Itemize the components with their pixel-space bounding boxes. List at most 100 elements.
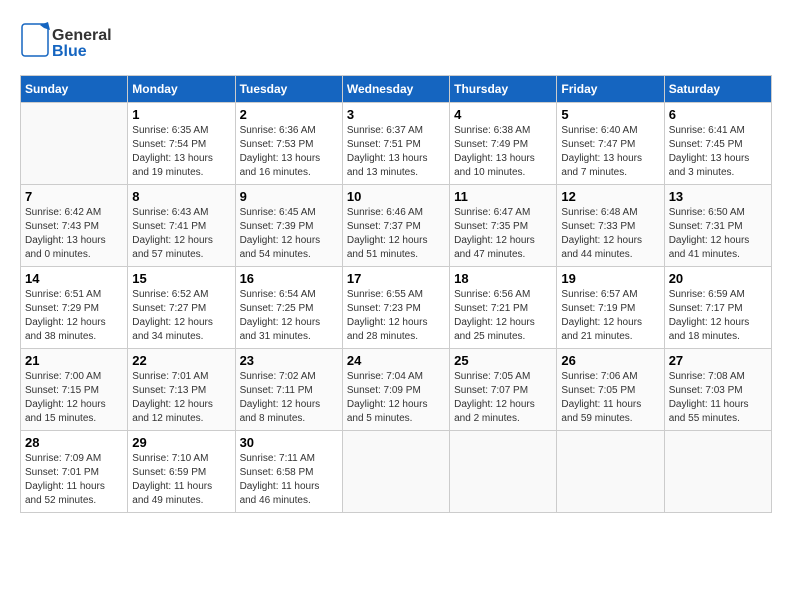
calendar-cell: 11 Sunrise: 6:47 AMSunset: 7:35 PMDayligh… <box>450 185 557 267</box>
day-info: Sunrise: 7:08 AMSunset: 7:03 PMDaylight:… <box>669 370 767 426</box>
svg-text:General: General <box>52 27 112 44</box>
calendar-cell <box>342 431 449 513</box>
calendar-cell: 1 Sunrise: 6:35 AMSunset: 7:54 PMDaylight… <box>128 103 235 185</box>
calendar-cell: 21 Sunrise: 7:00 AMSunset: 7:15 PMDayligh… <box>21 349 128 431</box>
header-day: Thursday <box>450 76 557 103</box>
day-info: Sunrise: 6:55 AMSunset: 7:23 PMDaylight:… <box>347 288 445 344</box>
day-number: 10 <box>347 189 445 204</box>
day-number: 7 <box>25 189 123 204</box>
day-info: Sunrise: 7:04 AMSunset: 7:09 PMDaylight:… <box>347 370 445 426</box>
day-number: 22 <box>132 353 230 368</box>
day-info: Sunrise: 6:45 AMSunset: 7:39 PMDaylight:… <box>240 206 338 262</box>
day-number: 2 <box>240 107 338 122</box>
day-number: 12 <box>561 189 659 204</box>
header-day: Monday <box>128 76 235 103</box>
calendar-cell <box>450 431 557 513</box>
calendar-week-row: 28Sunrise: 7:09 AMSunset: 7:01 PMDayligh… <box>21 431 772 513</box>
day-info: Sunrise: 6:41 AMSunset: 7:45 PMDaylight:… <box>669 124 767 180</box>
day-number: 8 <box>132 189 230 204</box>
day-number: 30 <box>240 435 338 450</box>
day-number: 17 <box>347 271 445 286</box>
calendar-cell: 5 Sunrise: 6:40 AMSunset: 7:47 PMDaylight… <box>557 103 664 185</box>
calendar-cell: 28Sunrise: 7:09 AMSunset: 7:01 PMDayligh… <box>21 431 128 513</box>
day-info: Sunrise: 6:36 AMSunset: 7:53 PMDaylight:… <box>240 124 338 180</box>
calendar-cell <box>21 103 128 185</box>
day-number: 20 <box>669 271 767 286</box>
calendar-header: SundayMondayTuesdayWednesdayThursdayFrid… <box>21 76 772 103</box>
day-info: Sunrise: 6:52 AMSunset: 7:27 PMDaylight:… <box>132 288 230 344</box>
day-number: 16 <box>240 271 338 286</box>
day-number: 19 <box>561 271 659 286</box>
calendar-table: SundayMondayTuesdayWednesdayThursdayFrid… <box>20 75 772 513</box>
day-number: 26 <box>561 353 659 368</box>
calendar-week-row: 1 Sunrise: 6:35 AMSunset: 7:54 PMDaylight… <box>21 103 772 185</box>
calendar-cell: 16 Sunrise: 6:54 AMSunset: 7:25 PMDayligh… <box>235 267 342 349</box>
day-info: Sunrise: 7:02 AMSunset: 7:11 PMDaylight:… <box>240 370 338 426</box>
calendar-cell: 26Sunrise: 7:06 AMSunset: 7:05 PMDayligh… <box>557 349 664 431</box>
header-day: Sunday <box>21 76 128 103</box>
header-day: Friday <box>557 76 664 103</box>
day-number: 4 <box>454 107 552 122</box>
calendar-cell: 10 Sunrise: 6:46 AMSunset: 7:37 PMDayligh… <box>342 185 449 267</box>
calendar-cell <box>557 431 664 513</box>
calendar-cell: 8 Sunrise: 6:43 AMSunset: 7:41 PMDaylight… <box>128 185 235 267</box>
day-number: 14 <box>25 271 123 286</box>
calendar-cell: 14 Sunrise: 6:51 AMSunset: 7:29 PMDayligh… <box>21 267 128 349</box>
calendar-cell: 12 Sunrise: 6:48 AMSunset: 7:33 PMDayligh… <box>557 185 664 267</box>
day-info: Sunrise: 6:46 AMSunset: 7:37 PMDaylight:… <box>347 206 445 262</box>
day-info: Sunrise: 6:56 AMSunset: 7:21 PMDaylight:… <box>454 288 552 344</box>
calendar-body: 1 Sunrise: 6:35 AMSunset: 7:54 PMDaylight… <box>21 103 772 513</box>
day-number: 21 <box>25 353 123 368</box>
day-info: Sunrise: 6:35 AMSunset: 7:54 PMDaylight:… <box>132 124 230 180</box>
calendar-cell: 29 Sunrise: 7:10 AMSunset: 6:59 PMDayligh… <box>128 431 235 513</box>
calendar-cell: 23 Sunrise: 7:02 AMSunset: 7:11 PMDayligh… <box>235 349 342 431</box>
calendar-cell: 22 Sunrise: 7:01 AMSunset: 7:13 PMDayligh… <box>128 349 235 431</box>
day-number: 25 <box>454 353 552 368</box>
calendar-cell: 13 Sunrise: 6:50 AMSunset: 7:31 PMDayligh… <box>664 185 771 267</box>
calendar-cell: 15 Sunrise: 6:52 AMSunset: 7:27 PMDayligh… <box>128 267 235 349</box>
logo-svg: General Blue <box>20 20 140 65</box>
calendar-cell: 25 Sunrise: 7:05 AMSunset: 7:07 PMDayligh… <box>450 349 557 431</box>
day-number: 13 <box>669 189 767 204</box>
day-info: Sunrise: 6:43 AMSunset: 7:41 PMDaylight:… <box>132 206 230 262</box>
day-info: Sunrise: 6:54 AMSunset: 7:25 PMDaylight:… <box>240 288 338 344</box>
calendar-cell: 20 Sunrise: 6:59 AMSunset: 7:17 PMDayligh… <box>664 267 771 349</box>
calendar-cell: 2 Sunrise: 6:36 AMSunset: 7:53 PMDaylight… <box>235 103 342 185</box>
day-info: Sunrise: 6:37 AMSunset: 7:51 PMDaylight:… <box>347 124 445 180</box>
day-info: Sunrise: 7:00 AMSunset: 7:15 PMDaylight:… <box>25 370 123 426</box>
day-info: Sunrise: 6:57 AMSunset: 7:19 PMDaylight:… <box>561 288 659 344</box>
day-number: 28 <box>25 435 123 450</box>
calendar-week-row: 7 Sunrise: 6:42 AMSunset: 7:43 PMDaylight… <box>21 185 772 267</box>
calendar-cell: 9 Sunrise: 6:45 AMSunset: 7:39 PMDaylight… <box>235 185 342 267</box>
day-info: Sunrise: 6:48 AMSunset: 7:33 PMDaylight:… <box>561 206 659 262</box>
calendar-cell: 17 Sunrise: 6:55 AMSunset: 7:23 PMDayligh… <box>342 267 449 349</box>
header-day: Saturday <box>664 76 771 103</box>
logo: General Blue <box>20 20 140 65</box>
calendar-cell: 30 Sunrise: 7:11 AMSunset: 6:58 PMDayligh… <box>235 431 342 513</box>
day-number: 18 <box>454 271 552 286</box>
calendar-cell: 19 Sunrise: 6:57 AMSunset: 7:19 PMDayligh… <box>557 267 664 349</box>
svg-text:Blue: Blue <box>52 43 87 60</box>
day-info: Sunrise: 6:42 AMSunset: 7:43 PMDaylight:… <box>25 206 123 262</box>
day-number: 24 <box>347 353 445 368</box>
calendar-cell: 4Sunrise: 6:38 AMSunset: 7:49 PMDaylight… <box>450 103 557 185</box>
day-info: Sunrise: 6:50 AMSunset: 7:31 PMDaylight:… <box>669 206 767 262</box>
day-info: Sunrise: 7:01 AMSunset: 7:13 PMDaylight:… <box>132 370 230 426</box>
day-info: Sunrise: 7:05 AMSunset: 7:07 PMDaylight:… <box>454 370 552 426</box>
day-number: 5 <box>561 107 659 122</box>
day-info: Sunrise: 7:10 AMSunset: 6:59 PMDaylight:… <box>132 452 230 508</box>
calendar-cell <box>664 431 771 513</box>
day-info: Sunrise: 7:11 AMSunset: 6:58 PMDaylight:… <box>240 452 338 508</box>
day-info: Sunrise: 6:51 AMSunset: 7:29 PMDaylight:… <box>25 288 123 344</box>
day-info: Sunrise: 6:40 AMSunset: 7:47 PMDaylight:… <box>561 124 659 180</box>
day-number: 1 <box>132 107 230 122</box>
day-info: Sunrise: 6:59 AMSunset: 7:17 PMDaylight:… <box>669 288 767 344</box>
day-info: Sunrise: 6:47 AMSunset: 7:35 PMDaylight:… <box>454 206 552 262</box>
day-number: 29 <box>132 435 230 450</box>
day-number: 15 <box>132 271 230 286</box>
calendar-cell: 18 Sunrise: 6:56 AMSunset: 7:21 PMDayligh… <box>450 267 557 349</box>
day-number: 23 <box>240 353 338 368</box>
calendar-cell: 24 Sunrise: 7:04 AMSunset: 7:09 PMDayligh… <box>342 349 449 431</box>
day-number: 11 <box>454 189 552 204</box>
day-number: 9 <box>240 189 338 204</box>
